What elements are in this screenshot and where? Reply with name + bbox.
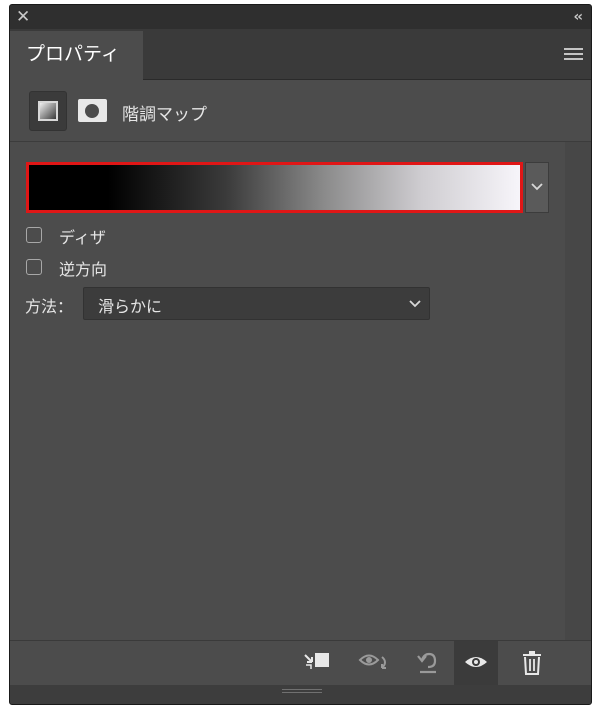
delete-button[interactable]	[512, 641, 556, 685]
chevron-down-icon	[531, 183, 543, 191]
layer-mask-icon[interactable]	[78, 99, 107, 122]
close-icon[interactable]: ✕	[16, 6, 30, 28]
trash-icon	[523, 651, 541, 675]
visibility-eye-icon	[465, 657, 487, 667]
tab-strip: プロパティ	[10, 29, 591, 80]
adjustment-title: 階調マップ	[122, 105, 207, 125]
method-value: 滑らかに	[98, 297, 163, 316]
scrollbar[interactable]	[565, 142, 591, 640]
view-previous-state-icon	[358, 654, 386, 669]
dither-checkbox[interactable]	[26, 227, 42, 243]
collapse-panel-icon[interactable]: ‹‹	[573, 6, 582, 28]
reverse-checkbox[interactable]	[26, 259, 42, 275]
bottom-toolbar	[10, 640, 591, 685]
visibility-toggle-button[interactable]	[454, 641, 498, 685]
adjustment-layer-icon[interactable]	[29, 91, 67, 131]
properties-panel-window: ✕ ‹‹ プロパティ 階調マップ ディザ 逆方向 方法： 滑らかに	[9, 4, 592, 705]
tab-properties[interactable]: プロパティ	[10, 31, 143, 80]
dither-label: ディザ	[59, 228, 106, 247]
view-previous-state-button[interactable]	[350, 641, 394, 685]
adjustment-header: 階調マップ	[10, 80, 591, 142]
gradient-dropdown-button[interactable]	[525, 162, 549, 213]
reset-icon	[417, 652, 437, 674]
clip-to-layer-icon	[304, 653, 329, 669]
clip-to-layer-button[interactable]	[294, 641, 338, 685]
gradient-picker	[26, 162, 549, 213]
reset-button[interactable]	[406, 641, 450, 685]
resize-grip-icon[interactable]	[282, 689, 322, 695]
method-label: 方法：	[25, 297, 74, 316]
reverse-label: 逆方向	[59, 260, 108, 279]
method-select[interactable]: 滑らかに	[83, 287, 430, 320]
chevron-down-icon	[409, 300, 421, 308]
panel-menu-icon[interactable]	[564, 48, 583, 60]
properties-content: 階調マップ ディザ 逆方向 方法： 滑らかに	[10, 80, 591, 640]
resize-strip	[10, 685, 591, 704]
panel-title-bar: ✕ ‹‹	[10, 5, 591, 29]
gradient-preview-bar[interactable]	[26, 162, 523, 213]
